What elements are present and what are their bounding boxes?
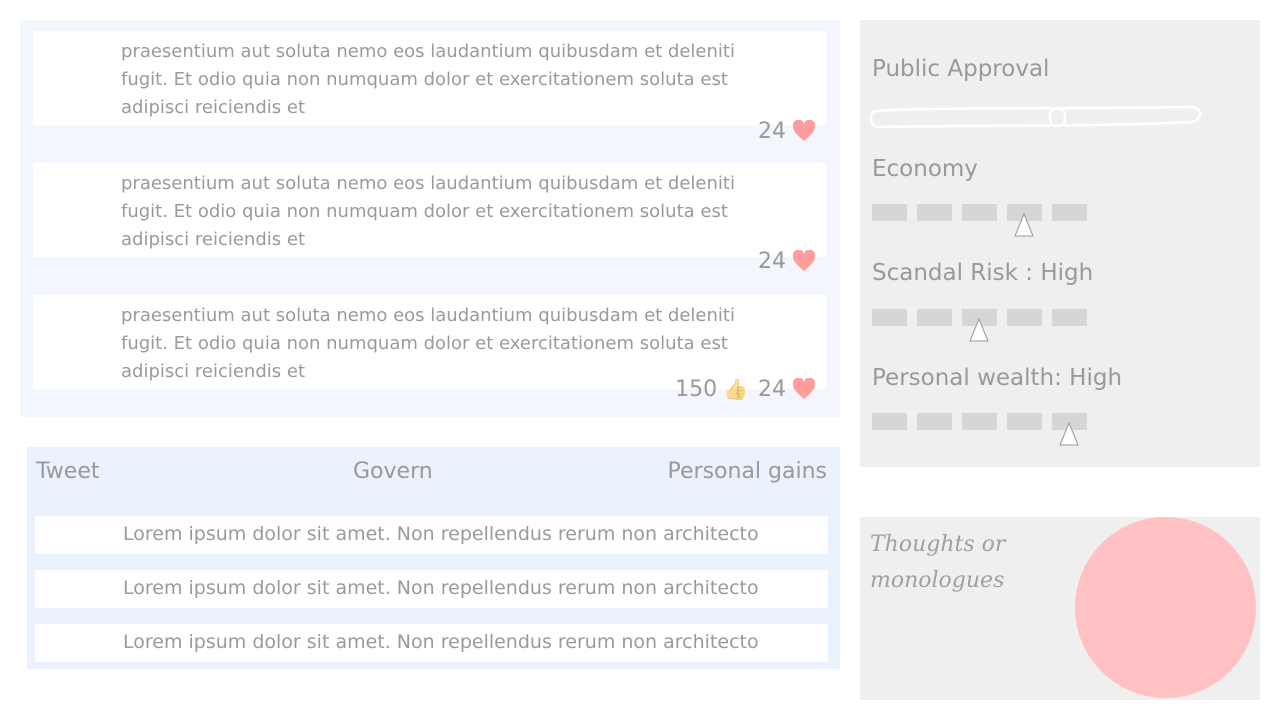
triangle-marker-icon [1014, 212, 1034, 237]
character-portrait [1075, 517, 1256, 698]
tweet-post: praesentium aut soluta nemo eos laudanti… [33, 163, 826, 257]
like-count: 150 [675, 376, 718, 402]
meter-segment [872, 204, 907, 221]
meter-segment [917, 413, 952, 430]
public-approval-label: Public Approval [872, 56, 1050, 82]
heart-count: 24 [758, 248, 786, 274]
personal-wealth-label: Personal wealth: High [872, 365, 1123, 391]
tweet-text: praesentium aut soluta nemo eos laudanti… [121, 173, 735, 250]
meter-segment [917, 309, 952, 326]
triangle-marker-icon [1059, 421, 1079, 446]
triangle-marker-icon [969, 317, 989, 342]
action-option[interactable]: Lorem ipsum dolor sit amet. Non repellen… [35, 516, 828, 554]
action-option-text: Lorem ipsum dolor sit amet. Non repellen… [123, 577, 759, 599]
action-panel: Tweet Govern Personal gains Lorem ipsum … [27, 447, 840, 669]
heart-icon[interactable] [792, 250, 816, 272]
thoughts-text: Thoughts or monologues [870, 532, 1006, 593]
heart-icon[interactable] [792, 378, 816, 400]
meter-segment [872, 413, 907, 430]
public-approval-slider[interactable] [870, 104, 1202, 134]
action-option-text: Lorem ipsum dolor sit amet. Non repellen… [123, 631, 759, 653]
economy-label: Economy [872, 156, 978, 182]
tab-govern[interactable]: Govern [353, 459, 433, 484]
tab-tweet[interactable]: Tweet [36, 459, 100, 484]
meter-segment [962, 204, 997, 221]
action-option[interactable]: Lorem ipsum dolor sit amet. Non repellen… [35, 624, 828, 662]
personal-wealth-meter [872, 413, 1092, 453]
scandal-risk-label: Scandal Risk : High [872, 260, 1094, 286]
tweet-reactions: 150 👍 24 [675, 374, 816, 404]
tweet-feed: praesentium aut soluta nemo eos laudanti… [20, 20, 840, 417]
meter-segment [962, 413, 997, 430]
heart-count: 24 [758, 118, 786, 144]
meter-segment [872, 309, 907, 326]
tweet-reactions: 24 [758, 246, 816, 276]
meter-segment [1052, 204, 1087, 221]
scandal-risk-meter [872, 309, 1092, 349]
tweet-text: praesentium aut soluta nemo eos laudanti… [121, 305, 735, 382]
meter-segment [1052, 309, 1087, 326]
tweet-post: praesentium aut soluta nemo eos laudanti… [33, 31, 826, 125]
thoughts-panel: Thoughts or monologues [860, 517, 1260, 700]
thumbs-up-icon[interactable]: 👍 [723, 377, 748, 401]
heart-count: 24 [758, 376, 786, 402]
approval-slider-thumb[interactable] [1048, 107, 1067, 128]
tweet-text: praesentium aut soluta nemo eos laudanti… [121, 41, 735, 118]
economy-meter [872, 204, 1092, 244]
meter-segment [1007, 413, 1042, 430]
action-option-text: Lorem ipsum dolor sit amet. Non repellen… [123, 523, 759, 545]
stats-panel: Public Approval Economy Scandal Risk : H… [860, 20, 1260, 467]
tab-personal-gains[interactable]: Personal gains [668, 459, 827, 484]
meter-segment [1007, 309, 1042, 326]
meter-segment [917, 204, 952, 221]
action-option[interactable]: Lorem ipsum dolor sit amet. Non repellen… [35, 570, 828, 608]
heart-icon[interactable] [792, 120, 816, 142]
tweet-reactions: 24 [758, 116, 816, 146]
